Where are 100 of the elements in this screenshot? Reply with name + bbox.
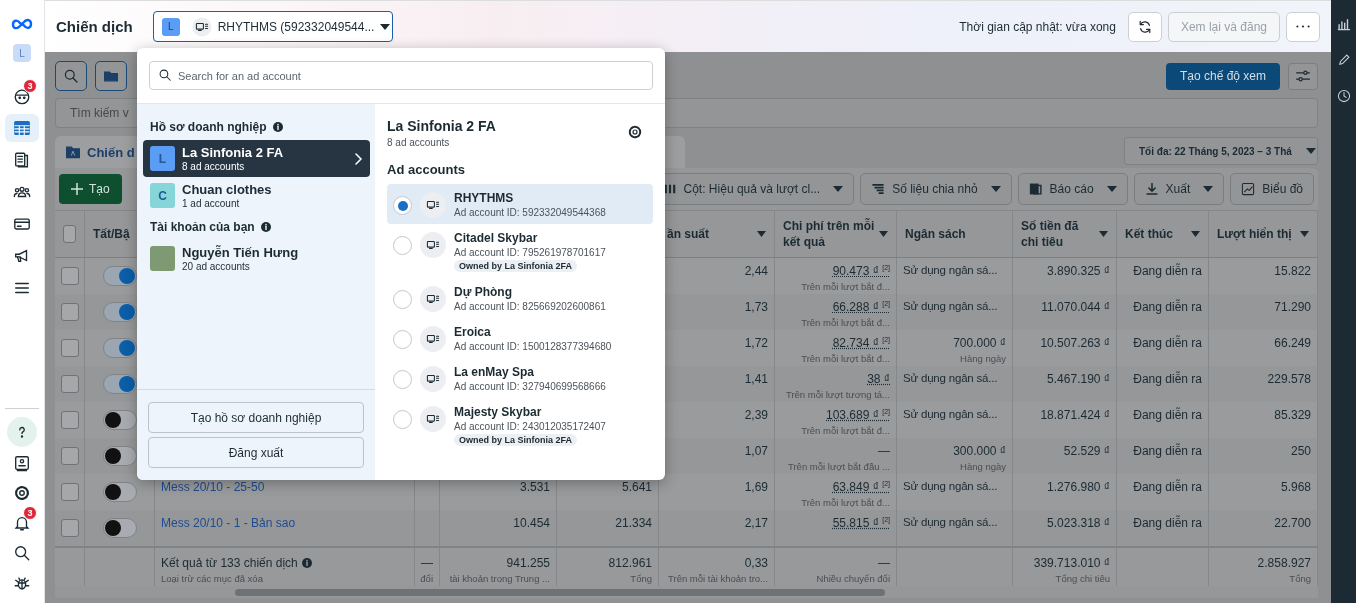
total-value: 2.858.927 [1257,556,1311,570]
settings-icon [13,484,31,502]
ad-account-item[interactable]: RHYTHMS Ad account ID: 592332049544368 [387,184,653,224]
ad-account-item[interactable]: Majesty Skybar Ad account ID: 243012035172407 Owned by La Sinfonia 2FA [387,398,653,452]
table-cell: Đang diễn ra [1133,408,1202,422]
id-card-icon [13,454,31,472]
cell-note: Hàng ngày [960,353,1006,364]
account-name: Nguyễn Tiến Hưng [182,245,300,260]
personal-account-item[interactable]: Nguyễn Tiến Hưng 20 ad accounts [143,240,370,277]
toggle-switch[interactable] [102,518,137,538]
plus-icon [71,183,83,195]
report-icon [1028,182,1043,196]
radio-button[interactable] [393,330,412,349]
create-button[interactable]: Tạo [59,174,122,204]
table-cell: 5.968 [1280,480,1311,494]
row-checkbox[interactable] [60,483,79,501]
toolbar-button[interactable]: Biểu đồ [1230,173,1314,205]
cost-value: 55.815 ₫ $^{[2]}$ [832,516,890,530]
photo-placeholder [150,246,175,271]
chevron-right-icon [355,152,363,165]
folder-button[interactable] [95,61,127,91]
ad-account-item[interactable]: Citadel Skybar Ad account ID: 795261978701617 Owned by La Sinfonia 2FA [387,224,653,278]
toggle-switch[interactable] [102,446,137,466]
sort-caret-icon [1099,231,1108,237]
filter-settings-button[interactable] [1288,62,1318,90]
table-cell: 2,39 [744,408,768,422]
radio-button[interactable] [393,196,412,215]
account-count: 20 ad accounts [182,261,251,272]
caret-icon [1106,186,1117,192]
refresh-button[interactable] [1127,11,1162,42]
campaign-link[interactable]: Mess 20/10 - 1 - Bản sao [161,516,296,530]
scrollbar[interactable] [235,588,885,596]
campaign-link[interactable]: Mess 20/10 - 25-50 [161,480,265,494]
toggle-switch[interactable] [102,338,137,358]
ad-account-item[interactable]: Dự Phòng Ad account ID: 825669202600861 [387,278,653,318]
radio-button[interactable] [393,290,412,309]
column-header[interactable]: Chi phí trên mỗi kết quả [783,217,888,251]
ad-account-id: Ad account ID: 327940699568666 [454,381,606,392]
budget-value: Sử dụng ngân sá... [903,264,998,276]
logout-button[interactable]: Đăng xuất [148,437,364,468]
business-item[interactable]: C Chuan clothes 1 ad account [143,177,370,214]
table-cell: 1.276.980 ₫ [1047,480,1110,494]
toolbar-button[interactable]: Số liệu chia nhỏ [860,173,1012,205]
column-header[interactable]: Lượt hiển thị [1217,225,1309,243]
folder-icon [65,144,81,160]
account-search-field[interactable]: Search for an ad account [149,61,653,90]
column-header[interactable]: Số tiền đã chi tiêu [1021,217,1108,251]
row-checkbox[interactable] [60,447,79,465]
pencil-icon[interactable] [1336,53,1351,67]
budget-value: 700.000 ₫ [953,336,1006,350]
toolbar-button[interactable]: Xuất [1133,173,1225,205]
more-icon [1296,25,1310,28]
cell-note: Tổng chi tiêu [1055,573,1110,584]
sort-caret-icon [1191,231,1200,237]
caret-icon [990,186,1001,192]
cell-note: Trên mỗi tài khoản tro... [668,573,768,584]
search-button[interactable] [55,61,87,91]
toggle-switch[interactable] [102,410,137,430]
column-header[interactable]: ần suất [667,225,766,243]
nav-button[interactable]: 3 [5,82,39,110]
pages-icon [13,151,31,169]
radio-button[interactable] [393,236,412,255]
create-view-button[interactable]: Tạo chế độ xem [1165,62,1280,90]
nav-button[interactable]: 3 [5,509,39,537]
section-heading: Tài khoản của bạn [150,220,255,234]
row-checkbox[interactable] [60,303,79,321]
ad-account-item[interactable]: La enMay Spa Ad account ID: 327940699568666 [387,358,653,398]
row-checkbox[interactable] [60,519,79,537]
clock-icon[interactable] [1336,89,1351,103]
toggle-switch[interactable] [102,374,137,394]
ad-account-name: Eroica [454,325,492,339]
budget-value: 300.000 ₫ [953,444,1006,458]
column-header[interactable]: Ngân sách [905,225,1004,243]
toggle-switch[interactable] [102,482,137,502]
smiley-icon [13,87,31,105]
toggle-switch[interactable] [102,266,137,286]
select-all-checkbox[interactable] [63,225,76,243]
column-header[interactable]: Kết thúc [1125,225,1200,243]
toolbar-button[interactable]: Báo cáo [1017,173,1128,205]
ad-account-name: Dự Phòng [454,285,513,299]
account-avatar[interactable]: L [13,44,31,62]
ad-account-icon [420,232,446,258]
create-business-button[interactable]: Tạo hồ sơ doanh nghiệp [148,402,364,433]
date-range-picker[interactable]: Tối đa: 22 Tháng 5, 2023 – 3 Thá [1124,137,1318,165]
table-cell: 71.290 [1274,300,1311,314]
ad-account-item[interactable]: Eroica Ad account ID: 1500128377394680 [387,318,653,358]
radio-button[interactable] [393,410,412,429]
toggle-switch[interactable] [102,302,137,322]
row-checkbox[interactable] [60,375,79,393]
row-checkbox[interactable] [60,339,79,357]
ad-account-name: La enMay Spa [454,365,536,379]
settings-icon[interactable] [627,124,643,140]
row-checkbox[interactable] [60,411,79,429]
row-checkbox[interactable] [60,267,79,285]
radio-button[interactable] [393,370,412,389]
account-selector[interactable]: L RHYTHMS (592332049544... [152,11,393,42]
bar-chart-icon[interactable] [1336,17,1351,31]
account-count: 8 ad accounts [182,161,246,172]
table-cell: 1,07 [744,444,768,458]
business-item[interactable]: L La Sinfonia 2 FA 8 ad accounts [143,140,370,177]
